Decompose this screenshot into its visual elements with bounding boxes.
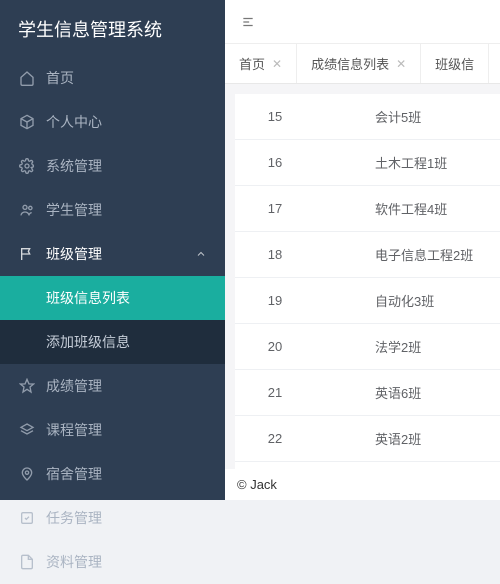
row-index: 16	[235, 140, 315, 186]
class-table: 15会计5班16土木工程1班17软件工程4班18电子信息工程2班19自动化3班2…	[235, 94, 500, 462]
chevron-up-icon	[195, 248, 207, 260]
nav-home[interactable]: 首页	[0, 56, 225, 100]
nav-system[interactable]: 系统管理	[0, 144, 225, 188]
nav-profile[interactable]: 个人中心	[0, 100, 225, 144]
table-card: 15会计5班16土木工程1班17软件工程4班18电子信息工程2班19自动化3班2…	[235, 94, 500, 469]
table-row[interactable]: 18电子信息工程2班	[235, 232, 500, 278]
location-icon	[18, 465, 36, 483]
tab-label: 成绩信息列表	[311, 54, 389, 73]
row-index: 17	[235, 186, 315, 232]
nav-grades[interactable]: 成绩管理	[0, 364, 225, 408]
row-class-name: 土木工程1班	[315, 140, 500, 186]
row-index: 15	[235, 94, 315, 140]
nav-label: 首页	[46, 68, 207, 88]
home-icon	[18, 69, 36, 87]
nav-classes[interactable]: 班级管理	[0, 232, 225, 276]
row-class-name: 法学2班	[315, 324, 500, 370]
collapse-toggle-icon[interactable]	[239, 15, 257, 29]
row-class-name: 软件工程4班	[315, 186, 500, 232]
nav-label: 系统管理	[46, 156, 207, 176]
table-row[interactable]: 22英语2班	[235, 416, 500, 462]
cube-icon	[18, 113, 36, 131]
nav-docs[interactable]: 资料管理	[0, 540, 225, 584]
row-class-name: 英语6班	[315, 370, 500, 416]
nav-label: 个人中心	[46, 112, 207, 132]
tab-label: 首页	[239, 54, 265, 73]
nav-label: 任务管理	[46, 508, 207, 528]
footer: © Jack	[225, 469, 500, 500]
nav-students[interactable]: 学生管理	[0, 188, 225, 232]
row-index: 21	[235, 370, 315, 416]
tabs-bar: 首页 ✕ 成绩信息列表 ✕ 班级信	[225, 44, 500, 84]
nav-label: 课程管理	[46, 420, 207, 440]
flag-icon	[18, 245, 36, 263]
tab-label: 班级信	[435, 54, 474, 73]
nav-label: 学生管理	[46, 200, 207, 220]
nav-dorm[interactable]: 宿舍管理	[0, 452, 225, 496]
users-icon	[18, 201, 36, 219]
submenu-class-add[interactable]: 添加班级信息	[0, 320, 225, 364]
table-row[interactable]: 19自动化3班	[235, 278, 500, 324]
nav-label: 班级管理	[46, 244, 195, 264]
row-index: 22	[235, 416, 315, 462]
nav-label: 资料管理	[46, 552, 207, 572]
submenu-class-list[interactable]: 班级信息列表	[0, 276, 225, 320]
row-index: 18	[235, 232, 315, 278]
row-class-name: 自动化3班	[315, 278, 500, 324]
star-icon	[18, 377, 36, 395]
check-icon	[18, 509, 36, 527]
table-row[interactable]: 16土木工程1班	[235, 140, 500, 186]
row-index: 20	[235, 324, 315, 370]
submenu-classes: 班级信息列表 添加班级信息	[0, 276, 225, 364]
tab-home[interactable]: 首页 ✕	[225, 44, 297, 83]
nav-courses[interactable]: 课程管理	[0, 408, 225, 452]
topbar	[225, 0, 500, 44]
table-body: 15会计5班16土木工程1班17软件工程4班18电子信息工程2班19自动化3班2…	[235, 94, 500, 462]
content-area: 15会计5班16土木工程1班17软件工程4班18电子信息工程2班19自动化3班2…	[225, 84, 500, 469]
nav-tasks[interactable]: 任务管理	[0, 496, 225, 540]
nav-list: 首页 个人中心 系统管理 学生管理 班级管理 班级信息列表 添加班级信息 成绩管…	[0, 56, 225, 584]
nav-label: 宿舍管理	[46, 464, 207, 484]
table-row[interactable]: 20法学2班	[235, 324, 500, 370]
table-row[interactable]: 17软件工程4班	[235, 186, 500, 232]
tab-class-info[interactable]: 班级信	[421, 44, 489, 83]
tab-grades-list[interactable]: 成绩信息列表 ✕	[297, 44, 421, 83]
system-title: 学生信息管理系统	[0, 0, 225, 56]
row-class-name: 英语2班	[315, 416, 500, 462]
gear-icon	[18, 157, 36, 175]
close-icon[interactable]: ✕	[396, 57, 406, 71]
main-content: 首页 ✕ 成绩信息列表 ✕ 班级信 15会计5班16土木工程1班17软件工程4班…	[225, 0, 500, 500]
nav-label: 成绩管理	[46, 376, 207, 396]
table-row[interactable]: 21英语6班	[235, 370, 500, 416]
row-class-name: 电子信息工程2班	[315, 232, 500, 278]
doc-icon	[18, 553, 36, 571]
row-class-name: 会计5班	[315, 94, 500, 140]
close-icon[interactable]: ✕	[272, 57, 282, 71]
table-row[interactable]: 15会计5班	[235, 94, 500, 140]
layers-icon	[18, 421, 36, 439]
sidebar: 学生信息管理系统 首页 个人中心 系统管理 学生管理 班级管理 班级信息列表 添…	[0, 0, 225, 500]
row-index: 19	[235, 278, 315, 324]
